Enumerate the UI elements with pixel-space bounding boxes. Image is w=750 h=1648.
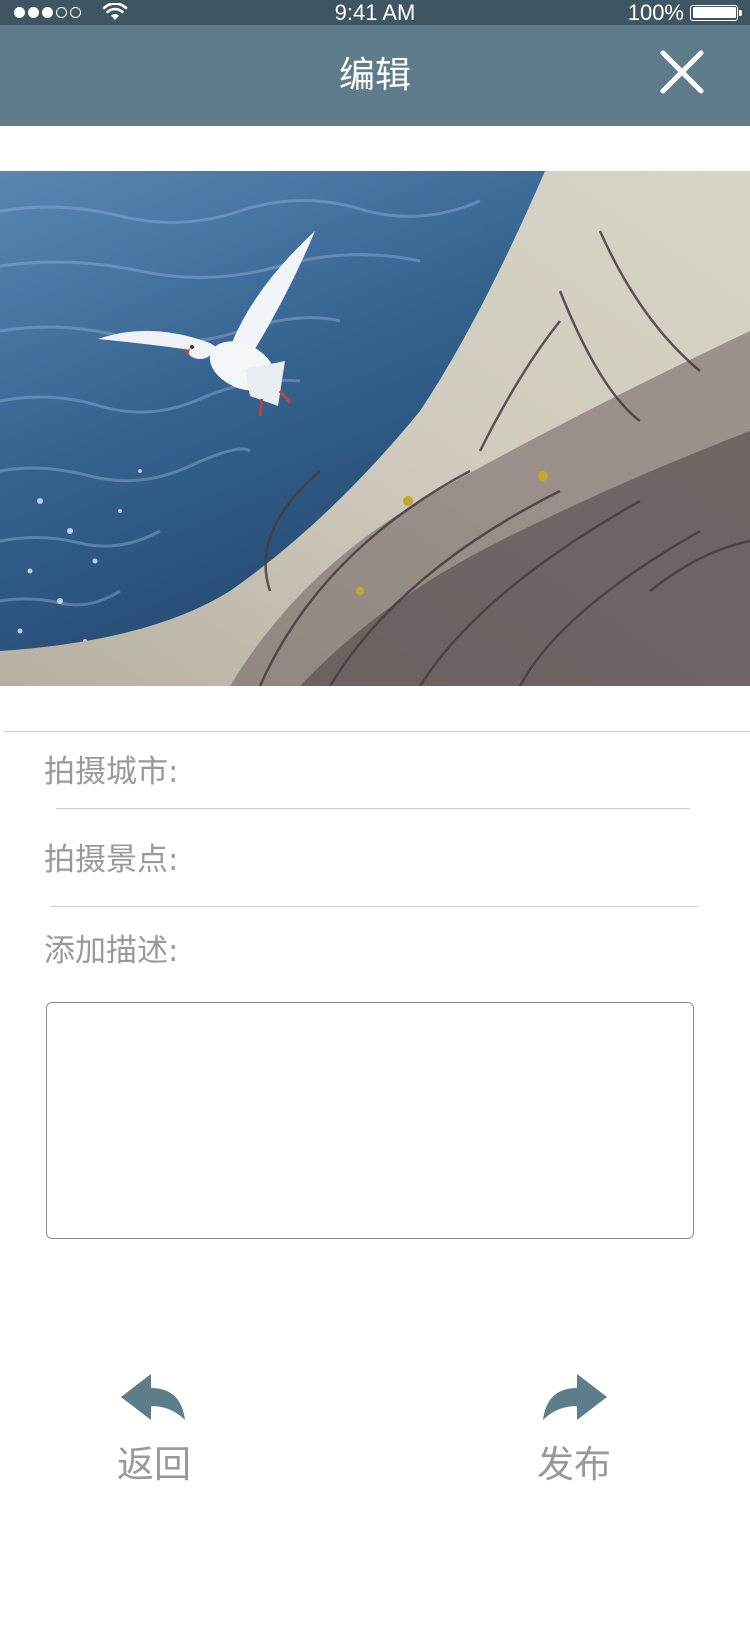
description-textarea[interactable]	[46, 1002, 694, 1239]
page-title: 编辑	[338, 55, 411, 96]
photo-preview	[0, 171, 750, 686]
back-button[interactable]: 返回	[84, 1372, 224, 1492]
divider	[56, 808, 690, 809]
city-input[interactable]	[190, 752, 690, 792]
reply-arrow-icon	[121, 1374, 185, 1420]
publish-button[interactable]: 发布	[504, 1372, 644, 1492]
battery-icon	[690, 4, 742, 21]
close-icon[interactable]	[657, 47, 707, 97]
seagull-photo	[0, 171, 750, 686]
back-label: 返回	[117, 1443, 191, 1486]
close-button[interactable]	[657, 47, 707, 97]
scenic-spot-input[interactable]	[190, 840, 690, 880]
city-label: 拍摄城市:	[44, 754, 179, 790]
description-label: 添加描述:	[44, 933, 179, 969]
scenic-spot-label: 拍摄景点:	[44, 842, 179, 878]
divider	[4, 731, 750, 732]
forward-arrow-icon	[543, 1374, 607, 1420]
divider	[50, 906, 698, 907]
header-bar: 编辑	[0, 25, 750, 126]
publish-label: 发布	[537, 1443, 611, 1486]
status-bar: 9:41 AM 100%	[0, 0, 750, 25]
battery-percentage: 100%	[627, 0, 684, 25]
battery-status: 100%	[627, 0, 742, 25]
